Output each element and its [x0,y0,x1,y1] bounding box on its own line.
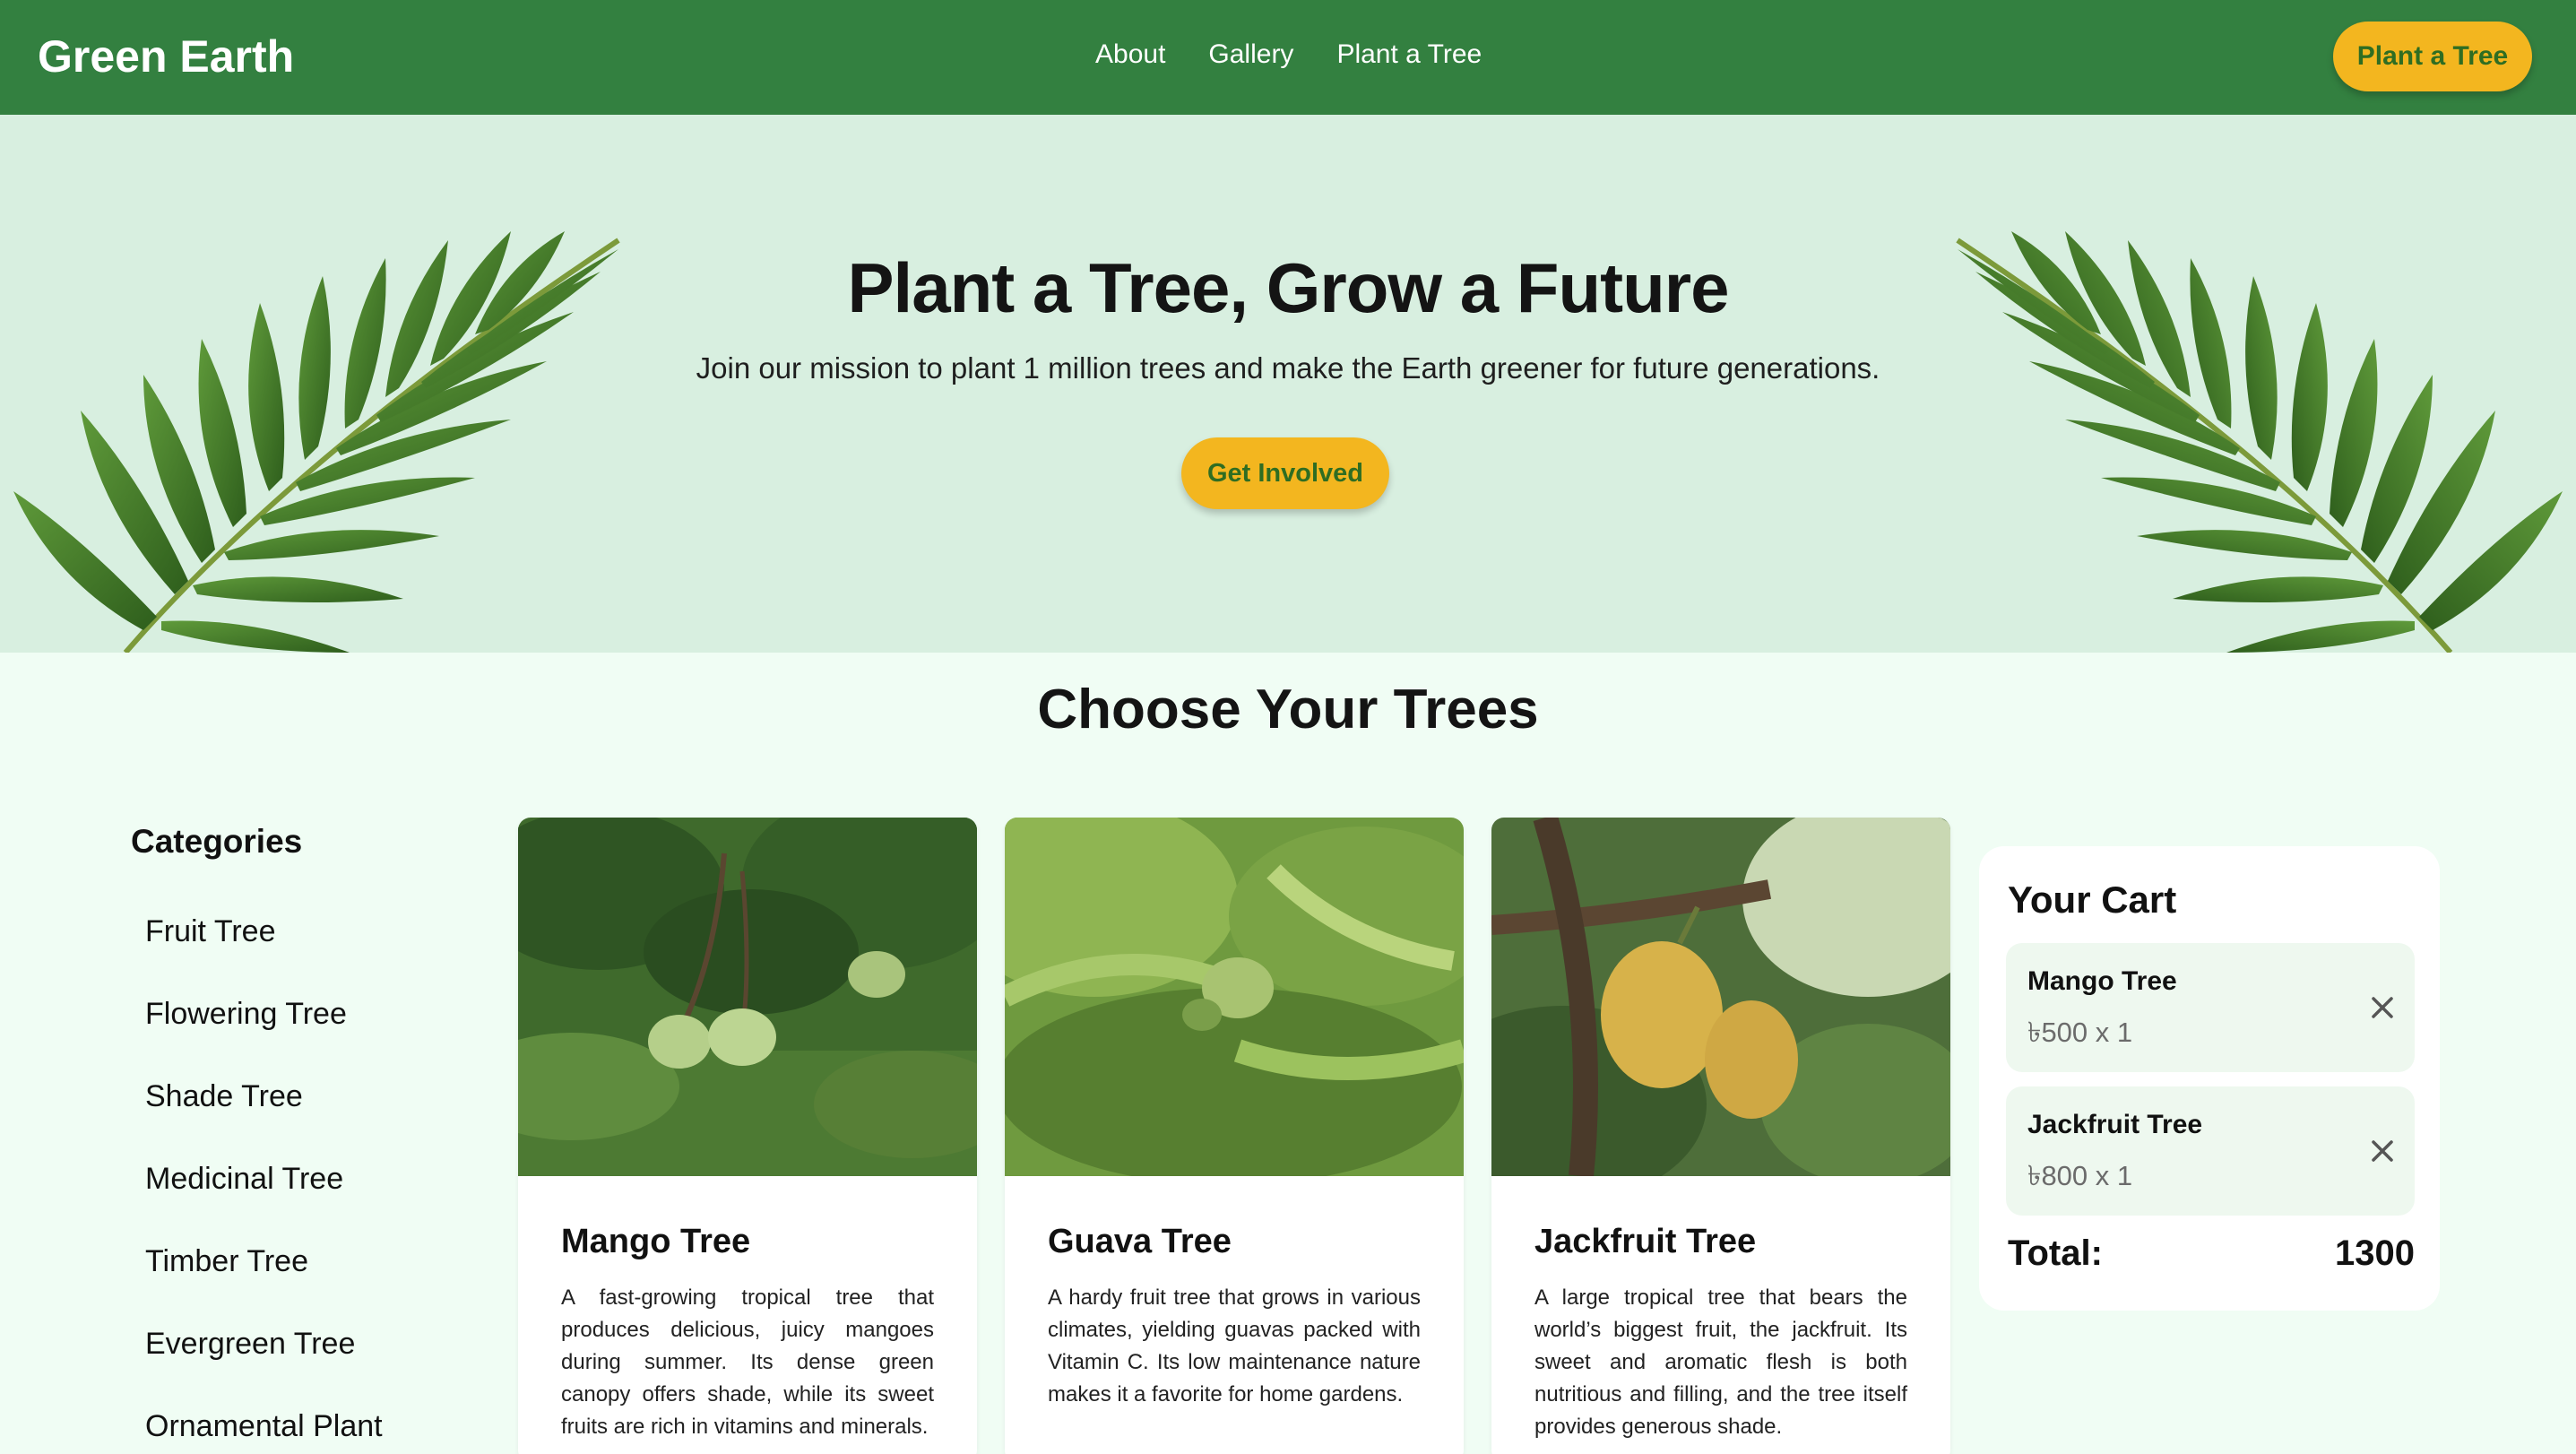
tree-card-guava[interactable]: Guava Tree A hardy fruit tree that grows… [1005,818,1464,1454]
mango-tree-image [518,818,977,1176]
tree-name: Mango Tree [561,1223,751,1260]
category-evergreen-tree[interactable]: Evergreen Tree [145,1327,355,1362]
tree-name: Jackfruit Tree [1534,1223,1757,1260]
nav-link-plant-a-tree[interactable]: Plant a Tree [1336,39,1482,70]
cart-item-price: ৳800 x 1 [2027,1160,2133,1191]
tree-name: Guava Tree [1048,1223,1232,1260]
category-ornamental-plant[interactable]: Ornamental Plant [145,1409,383,1444]
tree-description: A fast-growing tropical tree that produc… [561,1285,934,1439]
cart-total-value: 1300 [2335,1233,2415,1273]
close-icon[interactable] [2364,990,2400,1026]
section-title: Choose Your Trees [1037,679,1539,740]
navbar: Green Earth About Gallery Plant a Tree P… [0,0,2576,115]
cart-panel: Your Cart Mango Tree ৳500 x 1 Jackfruit … [1979,846,2440,1311]
category-fruit-tree[interactable]: Fruit Tree [145,914,275,949]
jackfruit-tree-image [1491,818,1950,1203]
plant-a-tree-button[interactable]: Plant a Tree [2333,22,2532,91]
nav-link-gallery[interactable]: Gallery [1208,39,1293,70]
tree-card-jackfruit[interactable]: Jackfruit Tree A large tropical tree tha… [1491,818,1950,1454]
category-medicinal-tree[interactable]: Medicinal Tree [145,1162,343,1197]
cart-title: Your Cart [2008,878,2177,921]
guava-tree-image [1005,818,1464,1185]
cart-item-name: Jackfruit Tree [2027,1110,2203,1139]
brand-logo[interactable]: Green Earth [38,30,294,82]
category-flowering-tree[interactable]: Flowering Tree [145,997,347,1032]
tree-card-mango[interactable]: Mango Tree A fast-growing tropical tree … [518,818,977,1454]
hero-subtitle: Join our mission to plant 1 million tree… [696,351,1880,385]
cart-item-name: Mango Tree [2027,966,2177,996]
close-icon[interactable] [2364,1133,2400,1169]
tree-description: A large tropical tree that bears the wor… [1534,1285,1907,1439]
category-timber-tree[interactable]: Timber Tree [145,1244,308,1279]
cart-item: Jackfruit Tree ৳800 x 1 [2006,1086,2415,1216]
hero-title: Plant a Tree, Grow a Future [847,248,1730,327]
cart-total-label: Total: [2008,1233,2103,1273]
nav-links: About Gallery Plant a Tree [1095,39,1482,70]
cart-item-price: ৳500 x 1 [2027,1017,2133,1048]
get-involved-button[interactable]: Get Involved [1181,437,1389,509]
hero-banner: Plant a Tree, Grow a Future Join our mis… [0,115,2576,653]
categories-title: Categories [131,823,303,860]
cart-item: Mango Tree ৳500 x 1 [2006,943,2415,1072]
category-shade-tree[interactable]: Shade Tree [145,1079,303,1114]
nav-link-about[interactable]: About [1095,39,1165,70]
tree-description: A hardy fruit tree that grows in various… [1048,1285,1421,1406]
